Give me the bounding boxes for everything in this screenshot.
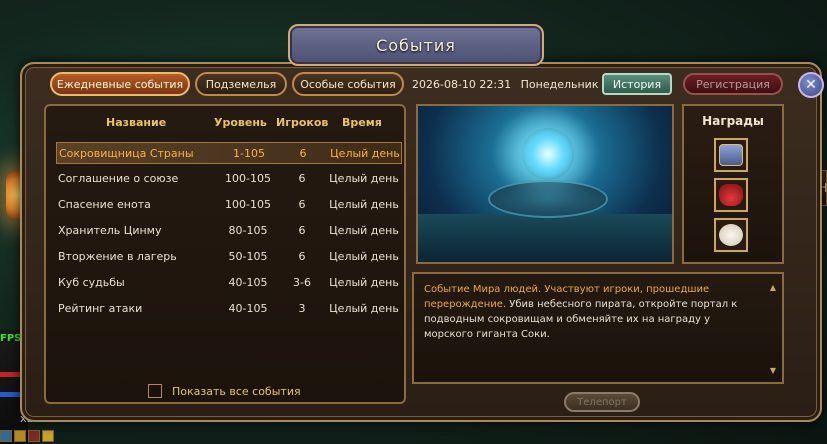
underwater-portal [522, 128, 574, 180]
close-icon: ✕ [805, 77, 817, 93]
reward-slot[interactable] [714, 178, 748, 212]
potion-icon [719, 184, 743, 206]
close-button[interactable]: ✕ [798, 72, 824, 98]
mp-bar [0, 392, 22, 397]
event-players: 3-6 [293, 276, 311, 289]
show-all-label: Показать все события [172, 384, 301, 398]
show-all-toggle[interactable]: Показать все события [148, 384, 301, 398]
event-time: Целый день [330, 147, 400, 160]
dumplings-icon [719, 224, 743, 246]
event-level: 1-105 [233, 147, 265, 160]
event-name: Куб судьбы [58, 276, 125, 289]
hp-bar [0, 372, 22, 377]
event-level: 100-105 [225, 172, 271, 185]
event-level: 100-105 [225, 198, 271, 211]
buff-icon [42, 430, 54, 442]
show-all-checkbox[interactable] [148, 384, 162, 398]
table-row[interactable]: Спасение енота 100-105 6 Целый день [56, 194, 402, 216]
event-time: Целый день [329, 198, 399, 211]
seafloor [418, 214, 672, 262]
event-name: Спасение енота [58, 198, 151, 211]
scroll-up-icon[interactable]: ▲ [770, 280, 776, 295]
col-header-level: Уровень [214, 116, 267, 129]
server-datetime: 2026-08-10 22:31 Понедельник [412, 78, 598, 91]
history-button[interactable]: История [602, 73, 672, 95]
scroll-down-icon[interactable]: ▼ [770, 363, 776, 378]
buff-icon [14, 430, 26, 442]
event-players: 6 [298, 250, 306, 263]
event-time: Целый день [329, 224, 399, 237]
event-preview-image [416, 104, 674, 264]
date-time: 2026-08-10 22:31 [412, 78, 512, 91]
event-name: Хранитель Цинму [58, 224, 162, 237]
col-header-players: Игроков [276, 116, 329, 129]
event-players: 6 [298, 172, 306, 185]
event-level: 40-105 [228, 276, 268, 289]
reward-slot[interactable] [714, 218, 748, 252]
event-level: 50-105 [228, 250, 268, 263]
rewards-panel: Награды [682, 104, 784, 264]
table-row[interactable]: Соглашение о союзе 100-105 6 Целый день [56, 168, 402, 190]
tab-dungeons[interactable]: Подземелья [195, 72, 287, 96]
table-row[interactable]: Куб судьбы 40-105 3-6 Целый день [56, 272, 402, 294]
buff-icon [28, 430, 40, 442]
weekday: Понедельник [520, 78, 599, 91]
tab-special-events[interactable]: Особые события [292, 72, 404, 96]
table-row[interactable]: Вторжение в лагерь 50-105 6 Целый день [56, 246, 402, 268]
event-players: 3 [298, 302, 306, 315]
col-header-time: Время [342, 116, 382, 129]
rewards-title: Награды [702, 114, 764, 128]
event-name: Вторжение в лагерь [58, 250, 177, 263]
event-level: 40-105 [228, 302, 268, 315]
treasure-chest-icon [719, 144, 743, 166]
table-row[interactable]: Хранитель Цинму 80-105 6 Целый день [56, 220, 402, 242]
event-description: Событие Мира людей. Участвуют игроки, пр… [412, 272, 784, 384]
event-level: 80-105 [228, 224, 268, 237]
event-time: Целый день [329, 302, 399, 315]
reward-slot[interactable] [714, 138, 748, 172]
buff-icons [0, 430, 54, 442]
event-players: 6 [298, 198, 306, 211]
tab-daily-events[interactable]: Ежедневные события [50, 72, 190, 96]
teleport-button[interactable]: Телепорт [564, 392, 640, 412]
event-players: 6 [299, 147, 307, 160]
buff-icon [0, 430, 12, 442]
event-time: Целый день [329, 276, 399, 289]
event-time: Целый день [329, 250, 399, 263]
event-name: Рейтинг атаки [58, 302, 143, 315]
col-header-name: Название [106, 116, 167, 129]
event-name: Сокровищница Страны [59, 147, 194, 160]
table-row[interactable]: Сокровищница Страны 1-105 6 Целый день [56, 142, 402, 164]
fountain-basin [488, 180, 608, 218]
event-players: 6 [298, 224, 306, 237]
event-name: Соглашение о союзе [58, 172, 179, 185]
table-row[interactable]: Рейтинг атаки 40-105 3 Целый день [56, 298, 402, 320]
window-title: События [288, 24, 544, 66]
events-list-panel: Название Уровень Игроков Время Сокровищн… [44, 104, 406, 404]
event-time: Целый день [329, 172, 399, 185]
register-button[interactable]: Регистрация [683, 73, 783, 95]
